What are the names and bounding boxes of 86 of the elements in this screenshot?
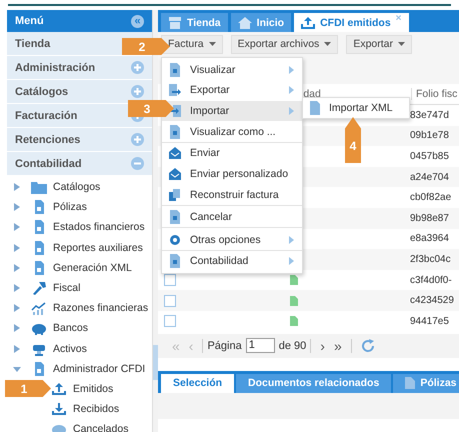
- tab[interactable]: CFDI emitidos ×: [294, 13, 409, 32]
- tree-item[interactable]: Estados financieros: [7, 217, 152, 238]
- page-count: de 90: [278, 340, 306, 352]
- menu-item[interactable]: Otras opciones: [162, 228, 302, 251]
- document-icon: [290, 296, 298, 306]
- menu-item[interactable]: Contabilidad: [162, 250, 302, 271]
- sidebar-section[interactable]: Contabilidad: [7, 152, 152, 176]
- table-cell: e8a3964: [410, 233, 449, 244]
- table-cell: 83e747d: [410, 110, 449, 121]
- copy-icon: [168, 188, 182, 202]
- sidebar-section[interactable]: Catálogos: [7, 80, 152, 104]
- document-icon: [290, 275, 298, 286]
- row-checkbox[interactable]: [164, 315, 176, 328]
- step-tooltip: 3: [128, 100, 174, 117]
- caret-icon: [398, 42, 405, 46]
- step-tooltip: 1: [5, 380, 51, 397]
- refresh-icon[interactable]: [360, 338, 375, 353]
- submenu-arrow-icon: [289, 106, 294, 115]
- tree-item[interactable]: Generación XML: [7, 258, 152, 278]
- caret-icon: [208, 42, 216, 46]
- table-cell: 2f3bc04c: [410, 254, 451, 265]
- arrow-document-icon: [168, 83, 182, 98]
- page-label: Página: [207, 340, 242, 352]
- caret-icon: [324, 42, 332, 46]
- hammer-icon: [31, 281, 47, 296]
- splitter-handle[interactable]: [153, 345, 158, 380]
- chart-icon: [31, 301, 47, 316]
- menu-item[interactable]: Cancelar: [162, 206, 302, 228]
- row-checkbox[interactable]: [164, 294, 176, 307]
- column-header[interactable]: Folio fisc: [411, 88, 458, 100]
- step-tooltip: 2: [122, 38, 170, 55]
- menu-item[interactable]: Enviar: [162, 143, 302, 164]
- tree-item[interactable]: Pólizas: [7, 197, 152, 218]
- document-icon: [405, 377, 416, 390]
- tree-item[interactable]: Bancos: [7, 318, 152, 338]
- table-cell: a24e704: [410, 172, 449, 183]
- document-icon: [168, 254, 182, 268]
- last-page-button[interactable]: »: [334, 338, 342, 354]
- table-cell: 9b98e87: [410, 212, 449, 224]
- tree-item[interactable]: Recibidos: [7, 399, 152, 420]
- home-icon: [238, 16, 252, 28]
- table-cell: cb0f82ae: [410, 192, 452, 204]
- submenu-arrow-icon: [289, 66, 294, 74]
- document-icon: [168, 210, 182, 224]
- store-icon: [168, 16, 182, 28]
- dropdown-button[interactable]: Factura: [161, 34, 223, 54]
- table-cell: 0457b85: [410, 150, 449, 162]
- table-cell: c3f4d0f0-: [410, 274, 452, 286]
- dropdown-button[interactable]: Exportar: [346, 34, 412, 54]
- tree-item[interactable]: Fiscal: [7, 278, 152, 298]
- next-page-button[interactable]: ›: [320, 338, 325, 354]
- menu-item[interactable]: Enviar personalizado: [162, 163, 302, 184]
- submenu-arrow-icon: [289, 86, 294, 94]
- page-input[interactable]: 1: [246, 338, 275, 354]
- tree-item[interactable]: Administrador CFDI: [7, 358, 152, 379]
- folder-icon: [31, 180, 47, 194]
- submenu-arrow-icon: [289, 236, 294, 244]
- tab[interactable]: Selección: [161, 374, 234, 393]
- menu-item[interactable]: Exportar: [162, 80, 302, 101]
- document-icon: [168, 63, 182, 78]
- upload-icon: [51, 382, 67, 396]
- table-cell: 94417e5: [410, 316, 449, 327]
- document-icon: [168, 125, 182, 140]
- table-cell: c4234529: [410, 295, 454, 306]
- download-icon: [51, 402, 67, 416]
- table-cell: 09b1e78: [410, 130, 449, 142]
- tree-item[interactable]: Reportes auxiliares: [7, 238, 152, 258]
- upload-icon: [301, 16, 316, 28]
- tree-item[interactable]: Razones financieras: [7, 298, 152, 318]
- sidebar-section[interactable]: Retenciones: [7, 128, 152, 152]
- tree-item[interactable]: Cancelados: [7, 419, 152, 432]
- sidebar-title: Menú: [15, 15, 44, 27]
- document-icon: [309, 101, 321, 116]
- menu-item[interactable]: Importar XML: [303, 98, 409, 118]
- menu-item[interactable]: Visualizar como ...: [162, 120, 302, 144]
- envelope-icon: [168, 166, 182, 181]
- envelope-icon: [168, 146, 182, 160]
- tree-item[interactable]: Catálogos: [7, 177, 152, 198]
- document-icon: [290, 316, 298, 326]
- menu-item[interactable]: Reconstruir factura: [162, 184, 302, 206]
- sidebar-section[interactable]: Administración: [7, 56, 152, 80]
- dropdown-button[interactable]: Exportar archivos: [230, 34, 338, 54]
- row-checkbox[interactable]: [164, 274, 176, 286]
- submenu-arrow-icon: [289, 256, 294, 265]
- menu-item[interactable]: Importar: [162, 100, 302, 121]
- tree-item[interactable]: Activos: [7, 338, 152, 359]
